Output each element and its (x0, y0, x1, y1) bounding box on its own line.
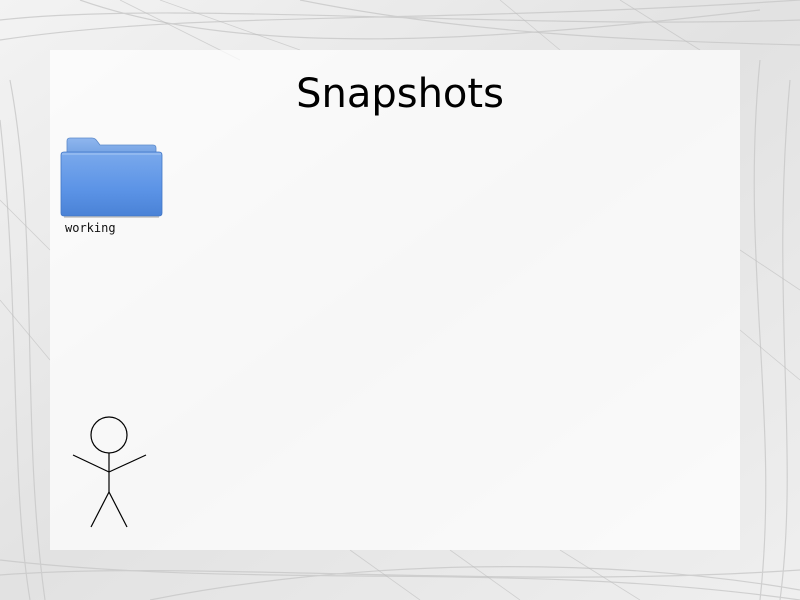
folder-label: working (65, 221, 116, 235)
slide-panel (50, 50, 740, 550)
folder-working[interactable]: working (58, 135, 168, 241)
slide-title: Snapshots (296, 71, 504, 117)
folder-icon (60, 137, 163, 218)
stick-figure-icon (72, 416, 147, 528)
